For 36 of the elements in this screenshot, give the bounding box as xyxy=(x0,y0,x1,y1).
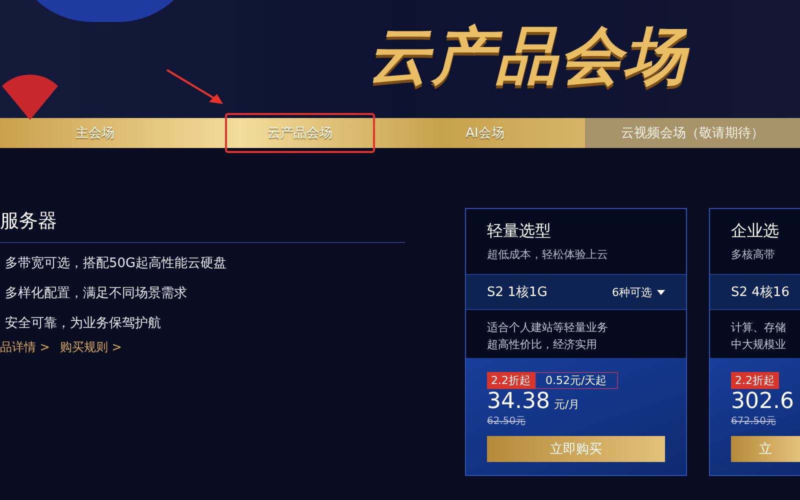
caret-icon xyxy=(657,290,665,294)
nav-tab[interactable]: 主会场 xyxy=(0,118,190,148)
spec-value: S2 4核16 xyxy=(731,284,790,301)
card-title: 企业选 xyxy=(731,221,780,242)
section-title: 服务器 xyxy=(0,209,58,234)
options-dropdown[interactable]: 6种可选 xyxy=(612,284,652,300)
price-unit: 元/月 xyxy=(554,397,580,412)
buy-button[interactable]: 立 xyxy=(731,436,800,462)
card-description: 中大规模业 xyxy=(731,337,787,353)
nav-tab[interactable]: 云产品会场 xyxy=(225,113,375,153)
spec-selector[interactable]: S2 1核1G 6种可选 xyxy=(466,274,686,310)
original-price: 62.50元 xyxy=(487,415,527,428)
card-description: 适合个人建站等轻量业务 xyxy=(487,320,609,336)
card-description: 计算、存储 xyxy=(731,320,787,336)
fan-icon xyxy=(0,72,60,122)
original-price: 672.50元 xyxy=(731,415,777,428)
feature-text: 多带宽可选，搭配50G起高性能云硬盘 xyxy=(4,255,228,273)
price: 34.38 xyxy=(487,389,550,414)
card-subtitle: 多核高带 xyxy=(731,247,776,262)
arrow-icon xyxy=(165,68,225,106)
per-day-price: 0.52元/天起 xyxy=(534,372,618,389)
nav-tab[interactable]: AI会场 xyxy=(385,118,585,148)
feature-text: 安全可靠，为业务保驾护航 xyxy=(4,315,162,333)
discount-badge: 2.2折起 xyxy=(487,372,534,389)
buy-button[interactable]: 立即购买 xyxy=(487,436,665,462)
link[interactable]: 品详情 > xyxy=(0,339,50,356)
spec-value: S2 1核1G xyxy=(487,284,548,301)
card-subtitle: 超低成本，轻松体验上云 xyxy=(487,247,609,262)
banner-title: 云产品会场 xyxy=(368,18,688,94)
spec-selector[interactable]: S2 4核16 xyxy=(710,274,800,310)
link[interactable]: 购买规则 > xyxy=(60,339,122,356)
price: 302.6 xyxy=(731,389,794,414)
card-description: 超高性价比，经济实用 xyxy=(487,337,598,353)
card-title: 轻量选型 xyxy=(487,221,552,242)
discount-badge: 2.2折起 xyxy=(731,372,778,389)
feature-text: 多样化配置，满足不同场景需求 xyxy=(4,285,188,303)
